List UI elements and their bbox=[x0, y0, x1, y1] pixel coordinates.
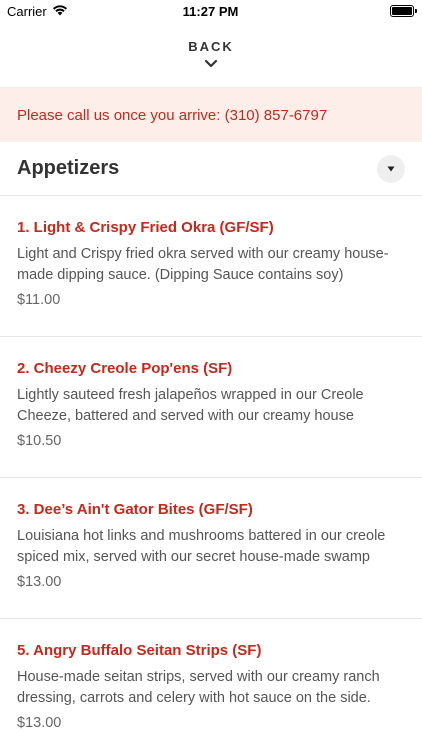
menu-item[interactable]: 3. Dee’s Ain't Gator Bites (GF/SF) Louis… bbox=[0, 478, 422, 619]
item-description: House-made seitan strips, served with ou… bbox=[17, 669, 380, 706]
status-time: 11:27 PM bbox=[182, 3, 239, 19]
chevron-down-icon bbox=[204, 56, 218, 74]
wifi-icon bbox=[52, 4, 68, 19]
section-header-appetizers[interactable]: Appetizers bbox=[0, 142, 422, 196]
item-description: Light and Crispy fried okra served with … bbox=[17, 246, 389, 283]
caret-down-icon[interactable] bbox=[377, 154, 405, 183]
status-right bbox=[294, 5, 417, 17]
item-name: 1. Light & Crispy Fried Okra (GF/SF) bbox=[17, 219, 274, 236]
carrier-label: Carrier bbox=[7, 3, 47, 19]
item-description: Louisiana hot links and mushrooms batter… bbox=[17, 528, 386, 565]
item-price: $13.00 bbox=[17, 715, 62, 731]
menu-item[interactable]: 5. Angry Buffalo Seitan Strips (SF) Hous… bbox=[0, 619, 422, 750]
item-price: $10.50 bbox=[17, 433, 62, 449]
item-description: Lightly sauteed fresh jalapeños wrapped … bbox=[17, 387, 364, 424]
back-label: BACK bbox=[188, 39, 234, 54]
call-notice-banner[interactable]: Please call us once you arrive: (310) 85… bbox=[0, 88, 422, 142]
item-name: 2. Cheezy Creole Pop'ens (SF) bbox=[17, 360, 233, 377]
status-left: Carrier bbox=[7, 4, 127, 19]
back-button[interactable]: BACK bbox=[0, 22, 422, 88]
item-name: 5. Angry Buffalo Seitan Strips (SF) bbox=[17, 642, 262, 659]
battery-icon bbox=[390, 5, 417, 17]
item-price: $11.00 bbox=[17, 292, 61, 308]
call-notice-text[interactable]: Please call us once you arrive: (310) 85… bbox=[17, 107, 327, 124]
section-title: Appetizers bbox=[17, 157, 120, 179]
app-screen: Carrier 11:27 PM BACK Please call us onc… bbox=[0, 0, 422, 750]
menu-item[interactable]: 2. Cheezy Creole Pop'ens (SF) Lightly sa… bbox=[0, 337, 422, 478]
status-bar: Carrier 11:27 PM bbox=[0, 0, 422, 22]
item-name: 3. Dee’s Ain't Gator Bites (GF/SF) bbox=[17, 501, 253, 518]
menu-item[interactable]: 1. Light & Crispy Fried Okra (GF/SF) Lig… bbox=[0, 196, 422, 337]
item-price: $13.00 bbox=[17, 574, 62, 590]
